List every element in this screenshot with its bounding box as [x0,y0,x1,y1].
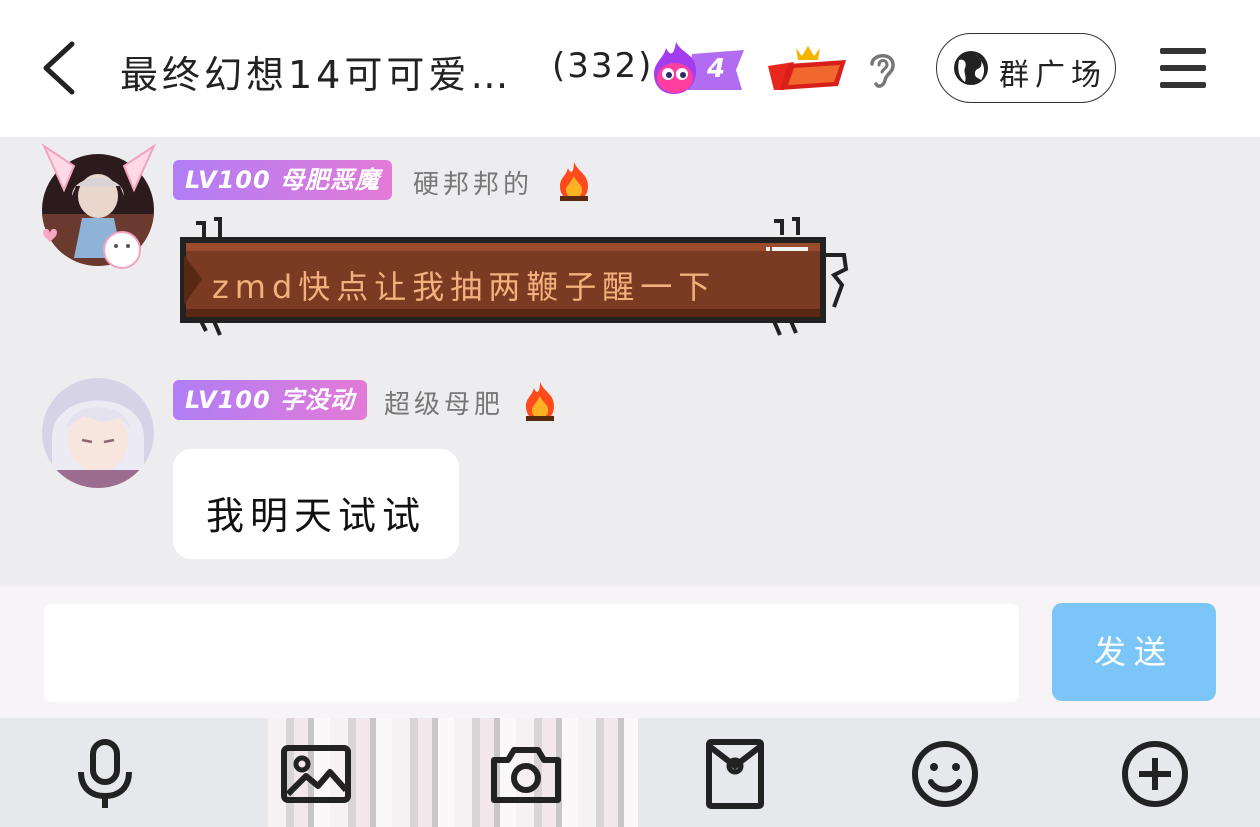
member-level-badge: LV100 字没动 [173,380,368,420]
red-packet-icon [706,739,764,809]
sender-name[interactable]: 超级母肥 [384,384,504,421]
emoji-icon [912,741,978,807]
chat-title[interactable]: 最终幻想14可可爱… [120,44,512,99]
fire-icon [526,382,554,421]
message-text[interactable]: zmd快点让我抽两鞭子醒一下 [212,262,716,308]
message-bubble[interactable]: 我明天试试 [173,449,459,559]
avatar-frame-icon [41,143,157,269]
emoji-button[interactable] [875,718,1015,827]
voice-button[interactable] [35,718,175,827]
send-button[interactable]: 发送 [1052,603,1216,701]
back-arrow-icon[interactable] [38,38,82,98]
sender-name[interactable]: 硬邦邦的 [413,164,533,201]
microphone-icon [78,739,132,808]
chat-header: 最终幻想14可可爱… (332) 4 群广场 [0,0,1260,137]
plaza-label: 群广场 [999,58,1107,93]
camera-button[interactable] [456,718,596,827]
message-text: 我明天试试 [206,494,427,538]
king-badge-icon[interactable] [764,42,850,94]
image-icon [281,745,351,803]
member-level-badge: LV100 母肥恶魔 [173,160,393,200]
member-count: (332) [552,46,654,86]
bottom-toolbar [0,718,1260,827]
avatar[interactable] [42,378,154,488]
flame-badge-icon [654,42,744,94]
group-plaza-button[interactable]: 群广场 [936,33,1116,103]
image-button[interactable] [246,718,386,827]
more-button[interactable] [1085,718,1225,827]
flame-level-badge[interactable]: 4 [652,40,746,96]
plus-icon [1122,741,1188,807]
menu-icon[interactable] [1160,46,1208,90]
ear-icon[interactable] [866,48,898,90]
avatar-image [42,378,154,488]
red-packet-button[interactable] [665,718,805,827]
message-input[interactable] [44,604,1019,702]
fire-icon [560,162,588,201]
composer-bar: 发送 [0,586,1260,718]
level-number: 4 [707,54,726,84]
camera-icon [491,747,561,803]
globe-icon [954,51,988,85]
